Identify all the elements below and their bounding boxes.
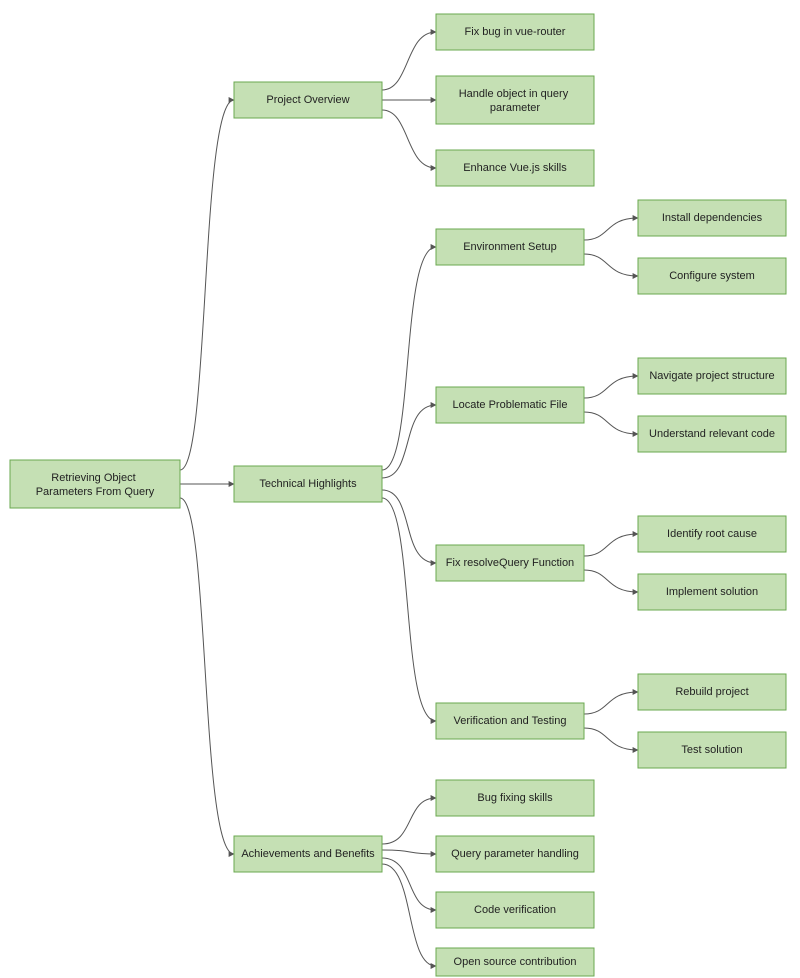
node-achieve-c3: Code verification <box>436 892 594 928</box>
node-achieve-label: Achievements and Benefits <box>241 848 375 860</box>
node-achieve-c2-label: Query parameter handling <box>451 848 579 860</box>
edge-achieve-c3 <box>382 858 436 910</box>
node-env: Environment Setup <box>436 229 584 265</box>
edge-overview-c1 <box>382 32 436 90</box>
node-locate: Locate Problematic File <box>436 387 584 423</box>
node-verify: Verification and Testing <box>436 703 584 739</box>
node-achieve-c2: Query parameter handling <box>436 836 594 872</box>
node-env-label: Environment Setup <box>463 241 557 253</box>
edge-achieve-c4 <box>382 864 436 966</box>
node-overview-c3: Enhance Vue.js skills <box>436 150 594 186</box>
edge-verify-c1 <box>584 692 638 714</box>
edge-achieve-c1 <box>382 798 436 844</box>
edge-env-c1 <box>584 218 638 240</box>
mindmap-diagram: Retrieving Object Parameters From Query … <box>0 0 800 978</box>
edge-fix-c1 <box>584 534 638 556</box>
node-locate-label: Locate Problematic File <box>453 399 568 411</box>
node-verify-label: Verification and Testing <box>454 715 567 727</box>
edge-locate-c1 <box>584 376 638 398</box>
node-root: Retrieving Object Parameters From Query <box>10 460 180 508</box>
node-locate-c1: Navigate project structure <box>638 358 786 394</box>
node-achieve-c4: Open source contribution <box>436 948 594 976</box>
edge-env-c2 <box>584 254 638 276</box>
node-overview-c3-label: Enhance Vue.js skills <box>463 162 567 174</box>
edge-overview-c3 <box>382 110 436 168</box>
node-overview-c1: Fix bug in vue-router <box>436 14 594 50</box>
node-env-c1: Install dependencies <box>638 200 786 236</box>
node-fix: Fix resolveQuery Function <box>436 545 584 581</box>
edge-verify-c2 <box>584 728 638 750</box>
edge-tech-locate <box>382 405 436 478</box>
edge-achieve-c2 <box>382 850 436 854</box>
node-tech-label: Technical Highlights <box>259 478 357 490</box>
node-fix-c1-label: Identify root cause <box>667 528 757 540</box>
node-overview-c2: Handle object in query parameter <box>436 76 594 124</box>
node-achieve-c3-label: Code verification <box>474 904 556 916</box>
edge-locate-c2 <box>584 412 638 434</box>
node-locate-c2: Understand relevant code <box>638 416 786 452</box>
node-fix-c2: Implement solution <box>638 574 786 610</box>
node-achieve-c1-label: Bug fixing skills <box>477 792 553 804</box>
node-tech: Technical Highlights <box>234 466 382 502</box>
node-locate-c1-label: Navigate project structure <box>649 370 774 382</box>
node-env-c2-label: Configure system <box>669 270 755 282</box>
node-verify-c2: Test solution <box>638 732 786 768</box>
edge-root-overview <box>180 100 234 470</box>
node-achieve-c1: Bug fixing skills <box>436 780 594 816</box>
node-overview: Project Overview <box>234 82 382 118</box>
node-fix-c2-label: Implement solution <box>666 586 758 598</box>
node-fix-label: Fix resolveQuery Function <box>446 557 574 569</box>
edge-tech-fix <box>382 490 436 563</box>
node-fix-c1: Identify root cause <box>638 516 786 552</box>
node-achieve-c4-label: Open source contribution <box>454 956 577 968</box>
node-env-c2: Configure system <box>638 258 786 294</box>
node-env-c1-label: Install dependencies <box>662 212 763 224</box>
node-overview-label: Project Overview <box>266 94 349 106</box>
node-verify-c1-label: Rebuild project <box>675 686 748 698</box>
node-verify-c2-label: Test solution <box>681 744 742 756</box>
edge-root-achieve <box>180 498 234 854</box>
node-achieve: Achievements and Benefits <box>234 836 382 872</box>
node-verify-c1: Rebuild project <box>638 674 786 710</box>
node-locate-c2-label: Understand relevant code <box>649 428 775 440</box>
node-overview-c1-label: Fix bug in vue-router <box>465 26 566 38</box>
edge-fix-c2 <box>584 570 638 592</box>
